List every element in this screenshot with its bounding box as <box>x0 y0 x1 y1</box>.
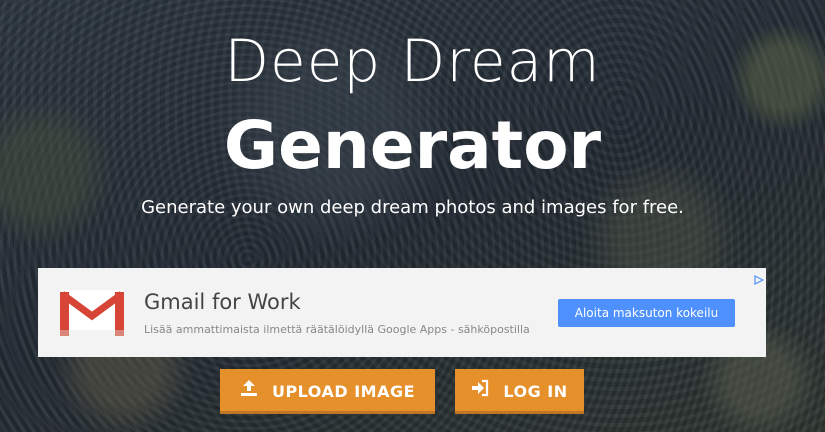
page-title-line1: Deep Dream <box>224 27 601 95</box>
ad-cta-button[interactable]: Aloita maksuton kokeilu <box>558 299 735 327</box>
adchoices-icon[interactable] <box>754 270 765 285</box>
tagline: Generate your own deep dream photos and … <box>141 197 684 218</box>
ad-headline[interactable]: Gmail for Work <box>144 288 301 316</box>
sign-in-icon <box>471 369 489 414</box>
log-in-button[interactable]: LOG IN <box>455 369 584 414</box>
log-in-label: LOG IN <box>503 382 568 401</box>
ad-banner[interactable]: Gmail for Work Lisää ammattimaista ilmet… <box>38 268 766 357</box>
upload-image-label: UPLOAD IMAGE <box>271 382 416 401</box>
upload-icon <box>240 369 258 414</box>
ad-description: Lisää ammattimaista ilmettä räätälöidyll… <box>144 323 530 336</box>
gmail-m-icon <box>59 290 125 336</box>
upload-image-button[interactable]: UPLOAD IMAGE <box>220 369 435 414</box>
page-title-line2: Generator <box>223 107 602 184</box>
